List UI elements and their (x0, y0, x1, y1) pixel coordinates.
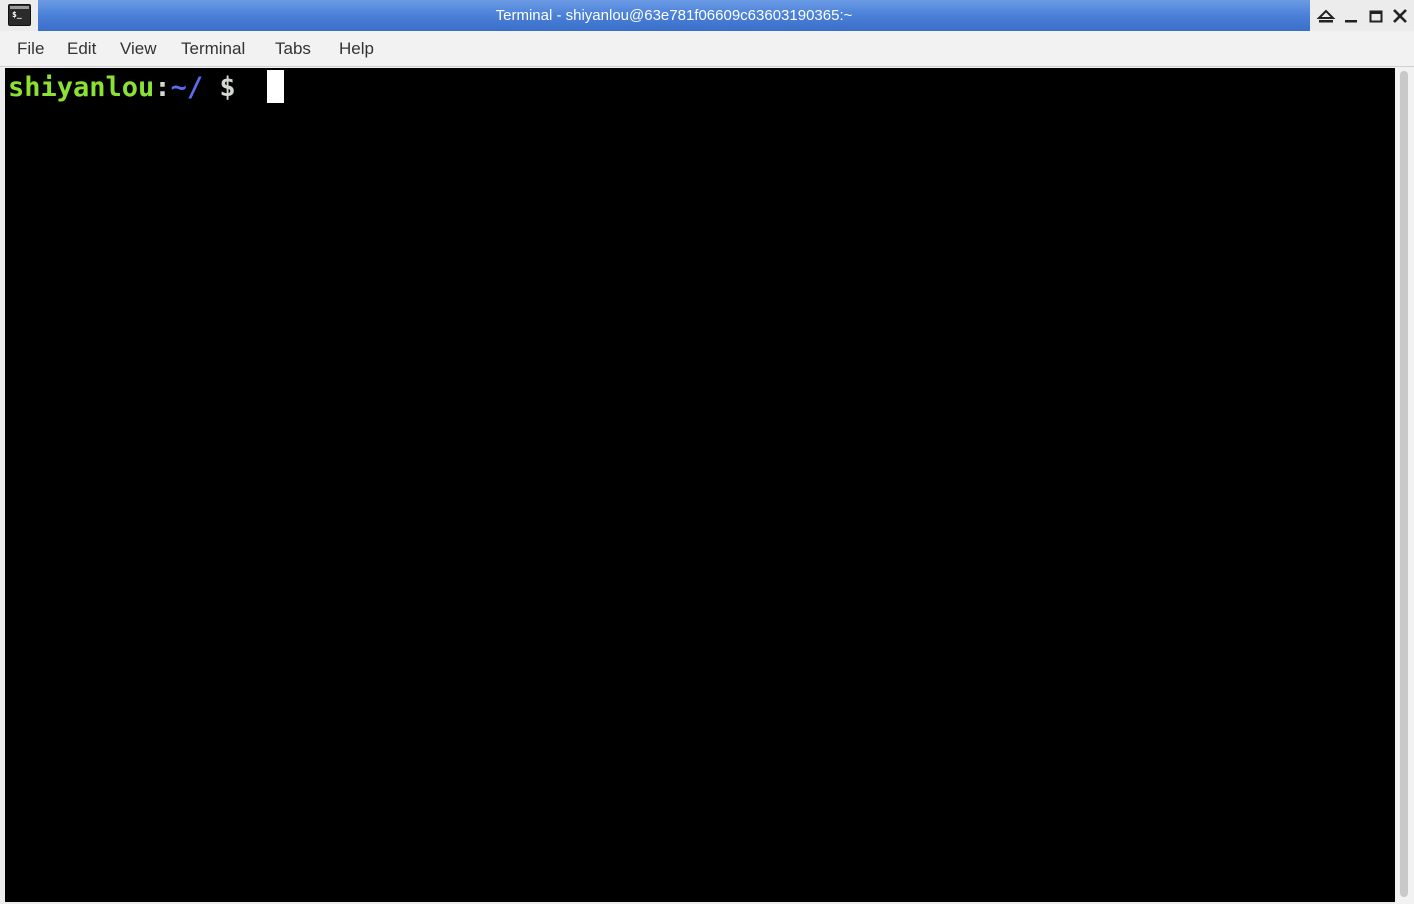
text-cursor (267, 70, 284, 103)
title-bar[interactable]: $_ Terminal - shiyanlou@63e781f06609c636… (0, 0, 1414, 31)
terminal-window: $_ Terminal - shiyanlou@63e781f06609c636… (0, 0, 1414, 904)
terminal-icon-prompt: $_ (12, 10, 22, 19)
minimize-icon (1345, 20, 1357, 23)
menu-edit[interactable]: Edit (67, 31, 96, 66)
terminal-icon-bar (10, 6, 29, 9)
maximize-icon (1369, 10, 1383, 23)
close-icon (1393, 9, 1407, 23)
prompt-user: shiyanlou (8, 72, 155, 103)
menu-view[interactable]: View (120, 31, 157, 66)
menu-file[interactable]: File (17, 31, 44, 66)
scrollbar-thumb[interactable] (1400, 71, 1408, 897)
close-button[interactable] (1390, 6, 1410, 26)
vertical-scrollbar[interactable] (1395, 68, 1414, 904)
window-title: Terminal - shiyanlou@63e781f06609c636031… (38, 0, 1310, 31)
menu-tabs[interactable]: Tabs (275, 31, 311, 66)
minimize-button[interactable] (1341, 6, 1361, 26)
maximize-button[interactable] (1366, 6, 1386, 26)
window-menu[interactable]: $_ (0, 0, 38, 31)
menu-terminal[interactable]: Terminal (181, 31, 245, 66)
prompt-path: ~/ (170, 72, 204, 103)
menu-help[interactable]: Help (339, 31, 374, 66)
window-controls (1312, 0, 1414, 31)
shade-button[interactable] (1316, 6, 1336, 26)
terminal-area[interactable]: shiyanlou:~/ $ (5, 68, 1395, 902)
prompt-separator: : (154, 72, 171, 103)
terminal-icon[interactable]: $_ (8, 4, 31, 26)
shell-prompt: shiyanlou:~/ $ (8, 70, 252, 106)
menu-bar: File Edit View Terminal Tabs Help (0, 31, 1414, 67)
prompt-symbol: $ (203, 72, 252, 103)
shade-icon (1316, 9, 1336, 23)
